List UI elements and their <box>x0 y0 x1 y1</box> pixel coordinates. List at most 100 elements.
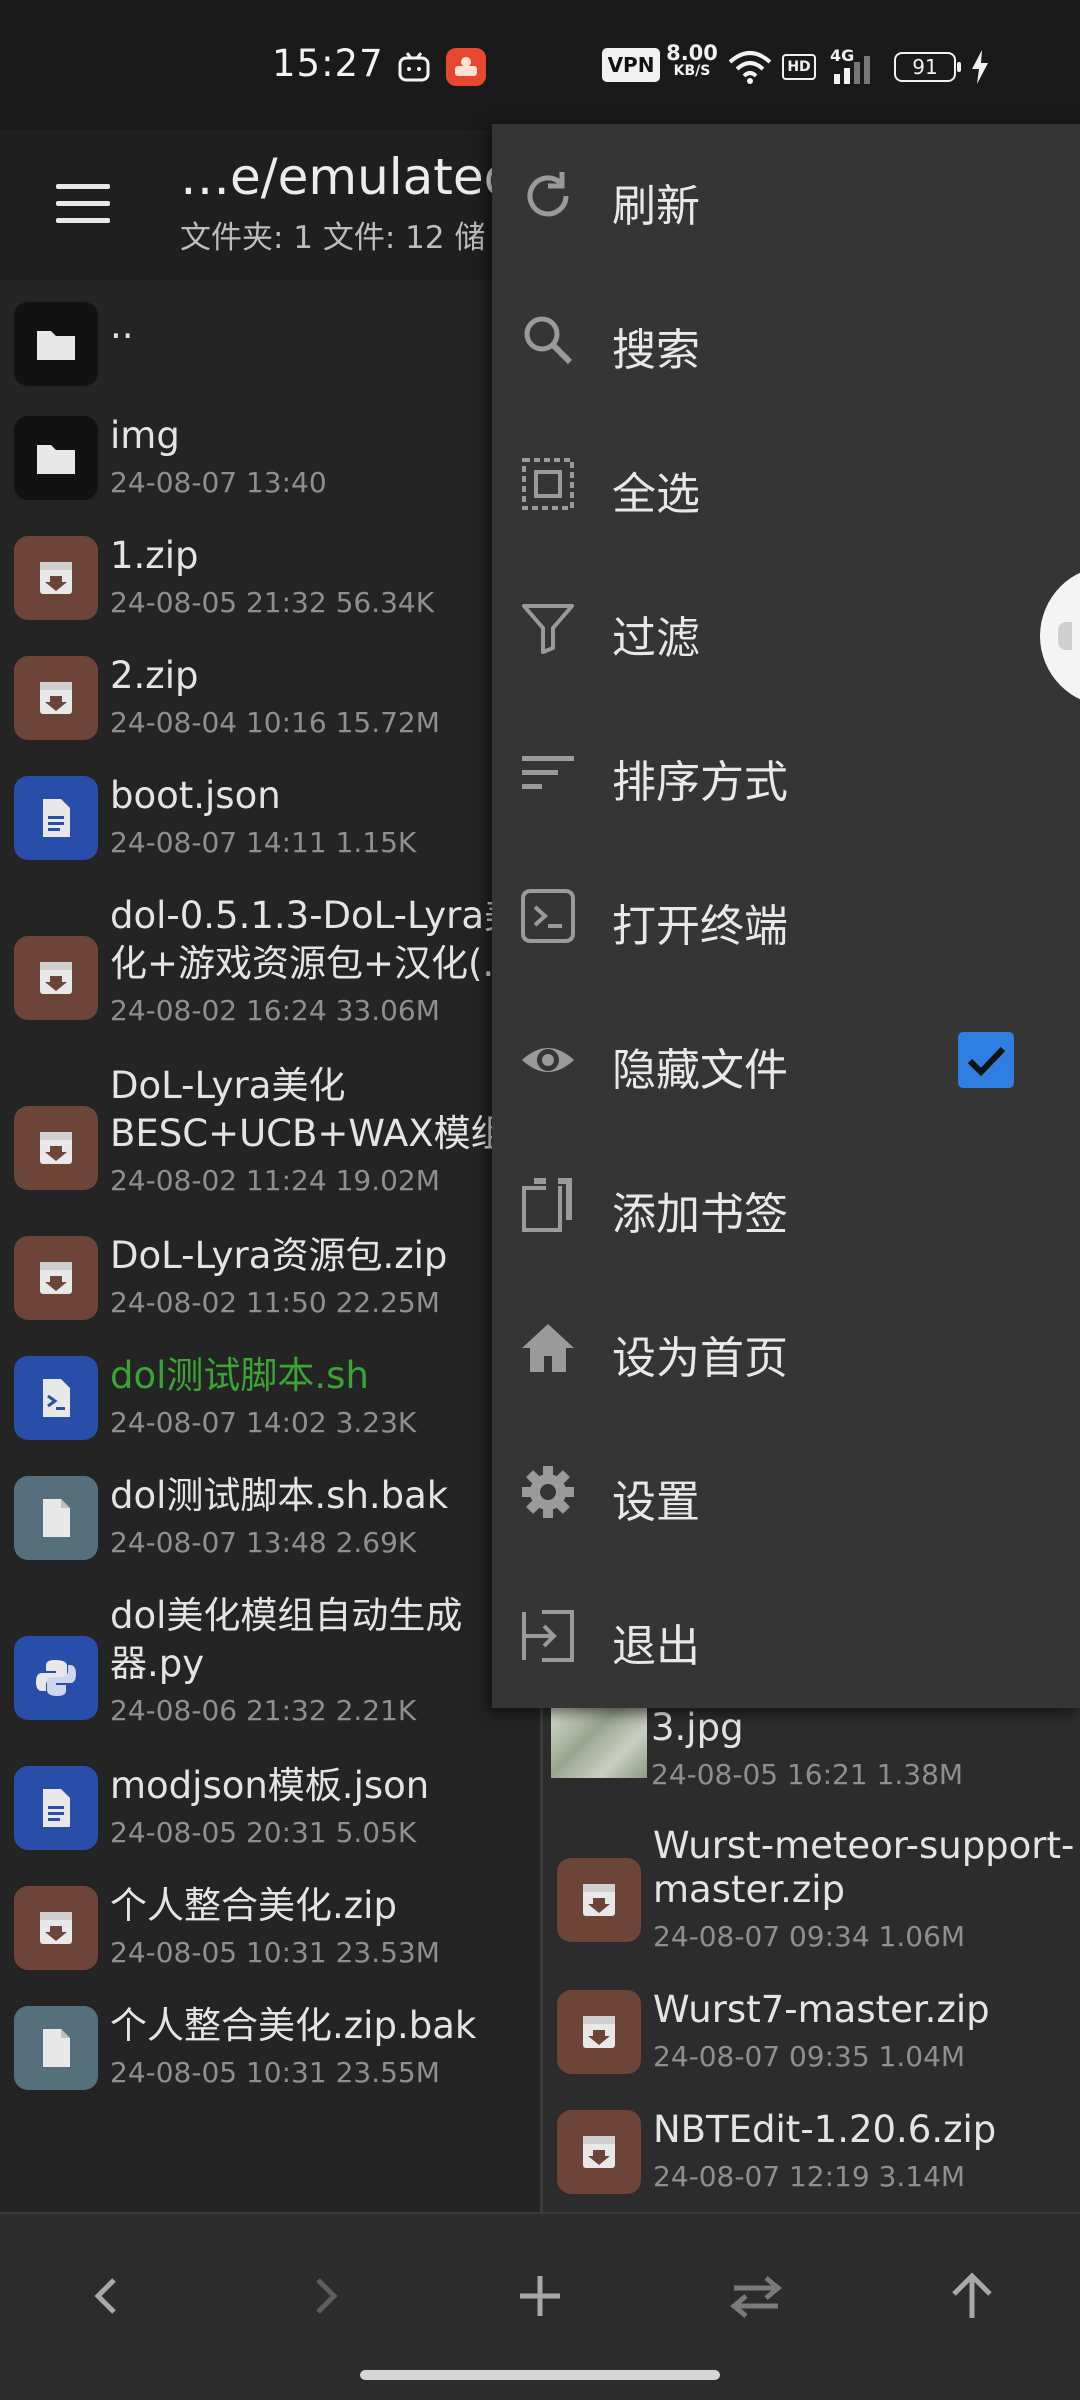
list-item[interactable]: DoL-Lyra资源包.zip 24-08-02 11:50 22.25M <box>0 1234 540 1346</box>
menu-item-label: 排序方式 <box>612 757 788 808</box>
list-item[interactable]: dol-0.5.1.3-DoL-Lyra美 化+游戏资源包+汉化(.. 24-0… <box>0 894 540 1056</box>
hd-voice-badge: HD <box>782 54 816 80</box>
bookmark-icon <box>522 1178 572 1232</box>
file-name: 3.jpg <box>651 1706 744 1749</box>
menu-item-label: 全选 <box>612 469 700 520</box>
file-name: NBTEdit-1.20.6.zip <box>653 2108 997 2151</box>
list-item[interactable]: 2.zip 24-08-04 10:16 15.72M <box>0 654 540 766</box>
menu-item-refresh[interactable]: 刷新 <box>492 124 1080 268</box>
list-item[interactable]: dol测试脚本.sh.bak 24-08-07 13:48 2.69K <box>0 1474 540 1586</box>
eye-icon <box>522 1048 574 1072</box>
folder-icon <box>14 416 98 500</box>
gesture-bar[interactable] <box>360 2370 720 2380</box>
generic-file-icon <box>14 1476 98 1560</box>
list-item[interactable]: DoL-Lyra美化 BESC+UCB+WAX模组.. 24-08-02 11:… <box>0 1064 540 1226</box>
menu-item-select-all[interactable]: 全选 <box>492 412 1080 556</box>
exit-icon <box>522 1610 574 1662</box>
file-meta: 24-08-05 16:21 1.38M <box>651 1758 964 1791</box>
hidden-files-checkbox[interactable] <box>958 1032 1014 1088</box>
menu-item-set-home[interactable]: 设为首页 <box>492 1276 1080 1420</box>
menu-item-add-bookmark[interactable]: 添加书签 <box>492 1132 1080 1276</box>
menu-item-settings[interactable]: 设置 <box>492 1420 1080 1564</box>
wifi-icon <box>728 51 772 84</box>
document-icon <box>14 1766 98 1850</box>
menu-item-hidden-files[interactable]: 隐藏文件 <box>492 988 1080 1132</box>
archive-icon <box>557 1858 641 1942</box>
archive-icon <box>557 1990 641 2074</box>
check-icon <box>967 1046 1006 1077</box>
list-item[interactable]: 1.zip 24-08-05 21:32 56.34K <box>0 534 540 646</box>
app-screen: 15:27 VPN 8.00 KB/S HD 4G 91 …e/emulated… <box>0 0 1080 2400</box>
file-meta: 24-08-02 16:24 33.06M <box>110 994 440 1027</box>
file-meta: 24-08-07 09:35 1.04M <box>653 2040 966 2073</box>
archive-icon <box>14 1886 98 1970</box>
current-path: …e/emulated <box>180 148 516 206</box>
file-name-line-2: master.zip <box>653 1868 846 1911</box>
archive-icon <box>14 536 98 620</box>
status-time: 15:27 <box>272 42 384 85</box>
back-icon[interactable] <box>76 2264 140 2328</box>
list-item[interactable]: Wurst7-master.zip 24-08-07 09:35 1.04M <box>543 1988 1080 2100</box>
menu-item-label: 隐藏文件 <box>612 1045 788 1096</box>
list-item[interactable]: .. <box>0 292 540 392</box>
menu-item-search[interactable]: 搜索 <box>492 268 1080 412</box>
file-meta: 24-08-07 14:02 3.23K <box>110 1406 417 1439</box>
list-item[interactable]: img 24-08-07 13:40 <box>0 414 540 526</box>
file-meta: 24-08-07 13:48 2.69K <box>110 1526 417 1559</box>
file-meta: 24-08-05 20:31 5.05K <box>110 1816 417 1849</box>
list-item[interactable]: boot.json 24-08-07 14:11 1.15K <box>0 774 540 886</box>
menu-item-label: 退出 <box>612 1621 700 1672</box>
file-meta: 24-08-02 11:50 22.25M <box>110 1286 440 1319</box>
generic-file-icon <box>14 2006 98 2090</box>
file-name: modjson模板.json <box>110 1764 430 1807</box>
list-item[interactable]: 3.jpg 24-08-05 16:21 1.38M <box>543 1706 1080 1808</box>
forward-icon[interactable] <box>292 2264 356 2328</box>
file-name: Wurst7-master.zip <box>653 1988 990 2031</box>
file-meta: 24-08-05 21:32 56.34K <box>110 586 435 619</box>
menu-item-sort[interactable]: 排序方式 <box>492 700 1080 844</box>
python-icon <box>14 1636 98 1720</box>
archive-icon <box>14 656 98 740</box>
terminal-file-icon <box>14 1356 98 1440</box>
sort-icon <box>522 756 574 789</box>
list-item[interactable]: dol美化模组自动生成 器.py 24-08-06 21:32 2.21K <box>0 1594 540 1756</box>
file-name: 个人整合美化.zip.bak <box>110 2004 477 2047</box>
add-icon[interactable] <box>508 2264 572 2328</box>
file-meta: 24-08-05 10:31 23.55M <box>110 2056 440 2089</box>
file-name-line-1: dol美化模组自动生成 <box>110 1594 463 1637</box>
menu-item-label: 打开终端 <box>612 901 788 952</box>
file-name: dol测试脚本.sh <box>110 1354 369 1397</box>
list-item[interactable]: 个人整合美化.zip 24-08-05 10:31 23.53M <box>0 1884 540 1996</box>
file-meta: 24-08-07 13:40 <box>110 466 327 499</box>
overflow-menu: 刷新 搜索 全选 过滤 排序方式 打开终端 隐藏文件 添加书签 设为首页 设置 … <box>492 124 1080 1708</box>
file-meta: 24-08-04 10:16 15.72M <box>110 706 440 739</box>
menu-item-exit[interactable]: 退出 <box>492 1564 1080 1708</box>
folder-summary: 文件夹: 1 文件: 12 储 <box>180 220 486 256</box>
secondary-file-list: 3.jpg 24-08-05 16:21 1.38M Wurst-meteor-… <box>540 1700 1080 2212</box>
file-meta: 24-08-07 12:19 3.14M <box>653 2160 966 2193</box>
signal-icon <box>834 56 870 84</box>
list-item[interactable]: dol测试脚本.sh 24-08-07 14:02 3.23K <box>0 1354 540 1466</box>
refresh-icon <box>527 172 569 217</box>
file-name: 1.zip <box>110 534 199 577</box>
terminal-icon <box>521 889 575 943</box>
charging-icon <box>972 50 988 84</box>
hamburger-menu-icon[interactable] <box>52 172 114 234</box>
list-item[interactable]: modjson模板.json 24-08-05 20:31 5.05K <box>0 1764 540 1876</box>
gear-icon <box>522 1466 574 1518</box>
list-item[interactable]: NBTEdit-1.20.6.zip 24-08-07 12:19 3.14M <box>543 2108 1080 2210</box>
bilibili-icon <box>398 52 430 82</box>
menu-item-filter[interactable]: 过滤 <box>492 556 1080 700</box>
list-item[interactable]: 个人整合美化.zip.bak 24-08-05 10:31 23.55M <box>0 2004 540 2116</box>
file-name-line-1: Wurst-meteor-support- <box>653 1824 1075 1867</box>
home-icon <box>522 1324 574 1372</box>
file-name: img <box>110 414 180 457</box>
list-item[interactable]: Wurst-meteor-support- master.zip 24-08-0… <box>543 1824 1080 1986</box>
archive-icon <box>14 1106 98 1190</box>
swap-icon[interactable] <box>724 2264 788 2328</box>
file-name-line-2: 器.py <box>110 1642 205 1685</box>
document-icon <box>14 776 98 860</box>
file-name: dol测试脚本.sh.bak <box>110 1474 449 1517</box>
up-icon[interactable] <box>940 2264 1004 2328</box>
menu-item-open-terminal[interactable]: 打开终端 <box>492 844 1080 988</box>
